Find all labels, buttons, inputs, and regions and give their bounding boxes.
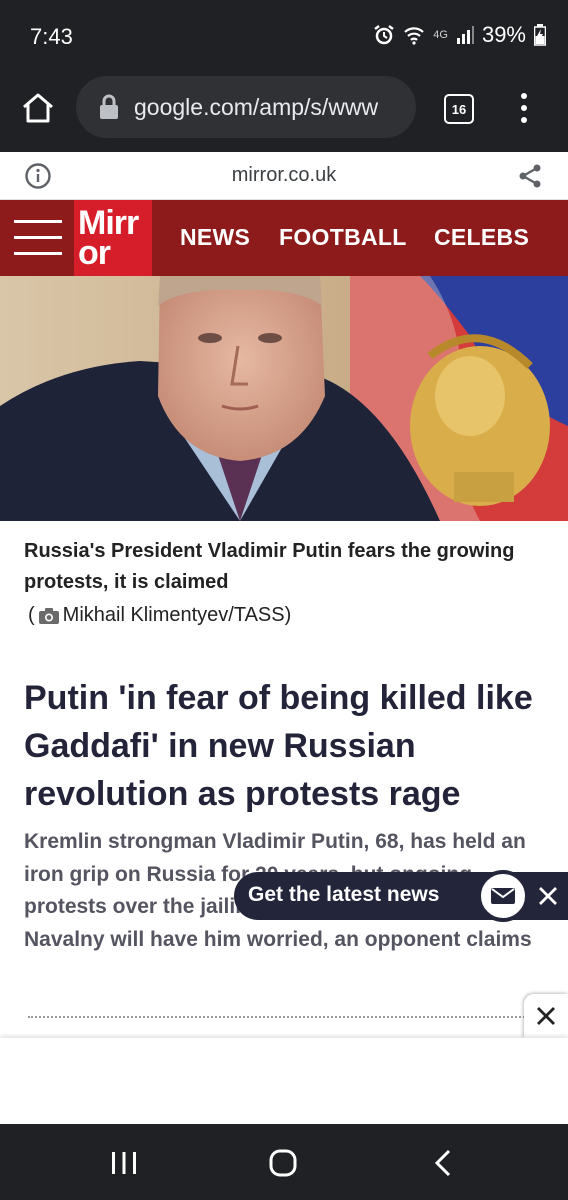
- address-bar[interactable]: google.com/amp/s/www: [76, 76, 416, 138]
- newsletter-popup-label: Get the latest news: [248, 883, 440, 906]
- battery-percent: 39%: [481, 22, 526, 47]
- nav-item-news[interactable]: NEWS: [180, 224, 250, 251]
- network-type-label: 4G: [433, 29, 448, 41]
- newsletter-popup[interactable]: Get the latest news: [234, 870, 568, 922]
- system-home-icon[interactable]: [268, 1148, 298, 1178]
- ad-close-button[interactable]: [524, 994, 568, 1038]
- ad-banner: [0, 1038, 568, 1124]
- article-headline: Putin 'in fear of being killed like Gadd…: [24, 679, 533, 813]
- back-icon[interactable]: [432, 1148, 454, 1178]
- alarm-icon: [374, 25, 395, 45]
- close-ad-icon: [537, 1007, 555, 1025]
- status-time: 7:43: [30, 24, 73, 49]
- envelope-icon: [491, 888, 515, 904]
- amp-domain: mirror.co.uk: [231, 164, 337, 186]
- lock-icon: [100, 94, 118, 119]
- tab-switcher-button[interactable]: 16: [444, 94, 474, 124]
- mirror-logo[interactable]: Mirr or: [74, 200, 152, 276]
- site-navigation: Mirr or NEWS FOOTBALL CELEBS: [0, 200, 568, 276]
- article-hero-image: [0, 276, 568, 521]
- image-credit: ( Mikhail Klimentyev/TASS): [28, 604, 291, 627]
- wifi-icon: [404, 27, 425, 45]
- menu-icon[interactable]: [14, 220, 62, 258]
- amp-header: mirror.co.uk: [0, 152, 568, 200]
- status-bar: 7:43 4G 39%: [0, 0, 568, 72]
- logo-line-2: or: [78, 234, 111, 272]
- battery-charging-icon: [534, 24, 546, 46]
- image-caption: Russia's President Vladimir Putin fears …: [24, 540, 515, 593]
- image-credit-text: Mikhail Klimentyev/TASS): [62, 604, 292, 626]
- close-popup-icon[interactable]: [536, 884, 560, 908]
- home-icon[interactable]: [20, 90, 56, 126]
- recent-apps-icon[interactable]: [110, 1150, 138, 1176]
- signal-icon: [456, 26, 474, 44]
- nav-item-football[interactable]: FOOTBALL: [279, 224, 407, 251]
- nav-item-celebs[interactable]: CELEBS: [434, 224, 529, 251]
- share-icon[interactable]: [516, 162, 544, 190]
- system-navigation-bar: [0, 1124, 568, 1200]
- more-options-icon[interactable]: [514, 90, 534, 126]
- camera-icon: [38, 607, 59, 624]
- newsletter-signup-button[interactable]: [477, 870, 529, 922]
- browser-toolbar: google.com/amp/s/www 16: [0, 72, 568, 152]
- url-text: google.com/amp/s/www: [134, 93, 379, 120]
- status-icons: 4G 39%: [373, 22, 546, 48]
- credit-open-paren: (: [28, 604, 35, 626]
- section-divider: [28, 1016, 528, 1018]
